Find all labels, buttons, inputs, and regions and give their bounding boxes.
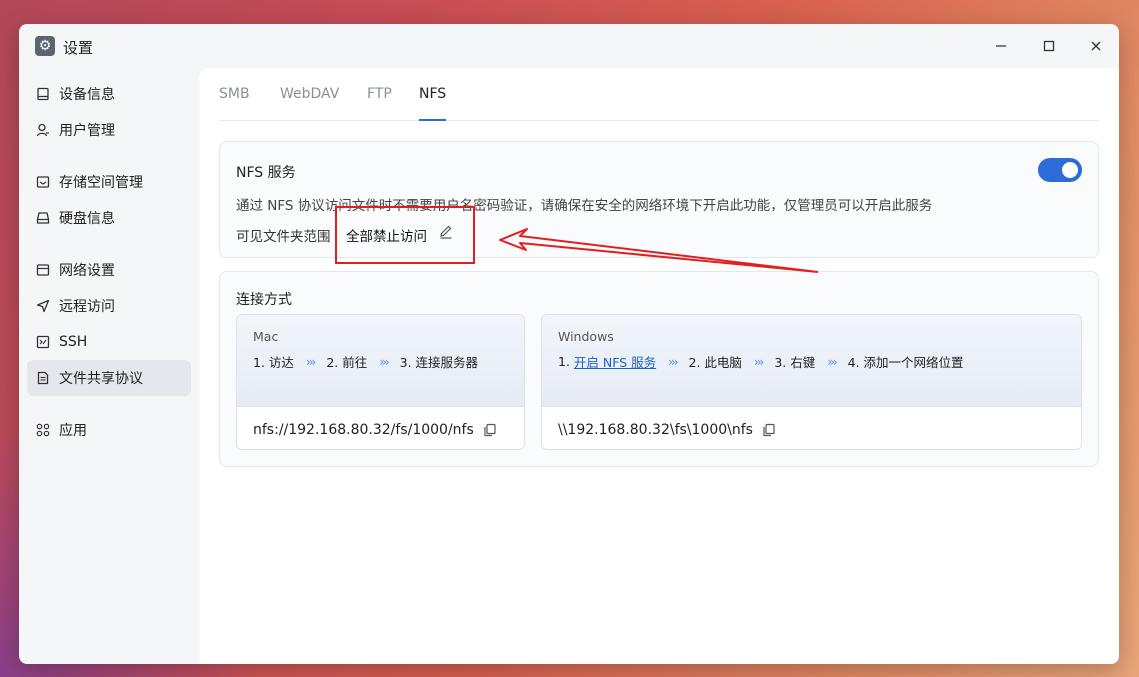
annotation-arrow [499,228,819,273]
